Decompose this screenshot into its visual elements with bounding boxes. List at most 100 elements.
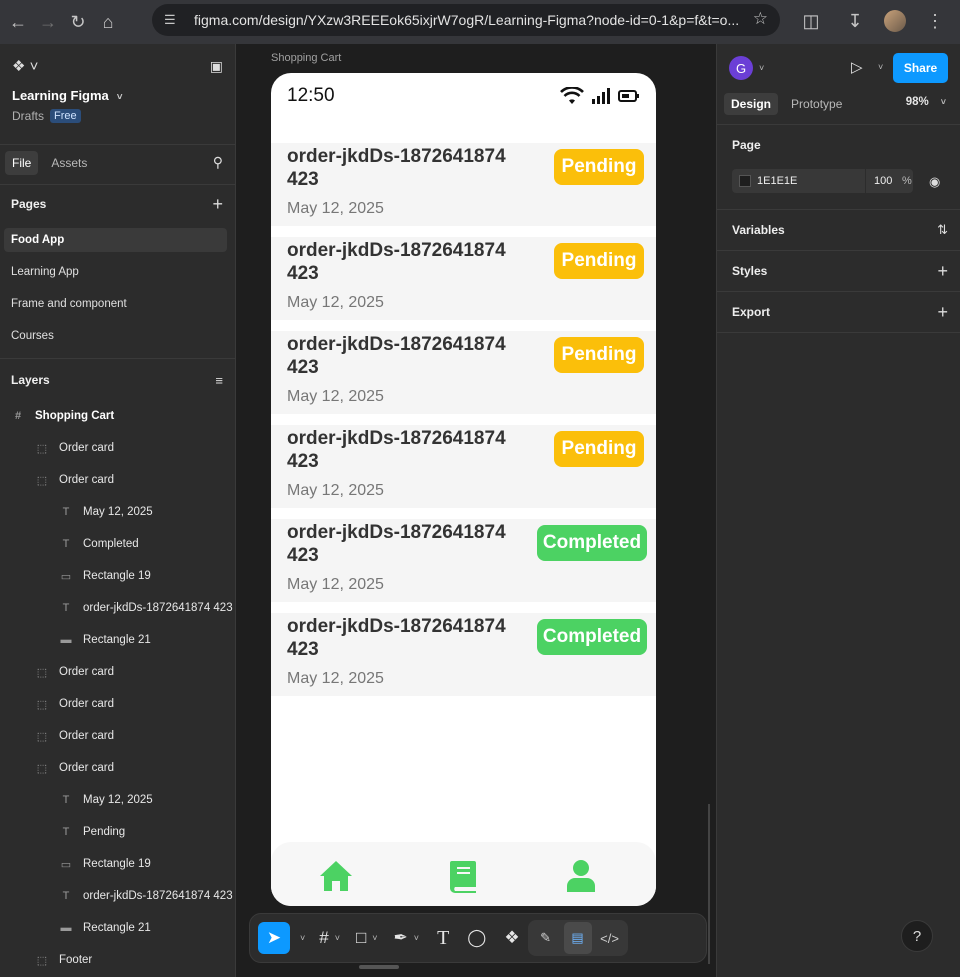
text-tool-icon[interactable]: T	[437, 922, 449, 954]
frame-tool-icon[interactable]: # ˅	[319, 922, 340, 954]
draw-mode-icon[interactable]: ✎	[532, 922, 560, 954]
canvas-scrollbar[interactable]	[708, 804, 710, 964]
layer-label: Rectangle 19	[83, 858, 151, 870]
chevron-down-icon[interactable]: ˅	[300, 933, 305, 943]
layer-row[interactable]: ⬚ Order card	[0, 464, 235, 496]
fill-opacity-value[interactable]: 100	[874, 175, 902, 187]
layers-title: Layers	[11, 373, 50, 387]
comment-tool-icon[interactable]: ◯	[467, 922, 486, 954]
order-id: order-jkdDs-1872641874 423	[287, 428, 506, 472]
layer-row[interactable]: T Completed	[0, 528, 235, 560]
add-export-icon[interactable]: +	[937, 302, 948, 323]
user-icon[interactable]	[563, 858, 599, 894]
collapse-layers-icon[interactable]: ≡	[215, 373, 223, 388]
layer-row[interactable]: T May 12, 2025	[0, 784, 235, 816]
page-item-courses[interactable]: Courses	[4, 324, 227, 348]
tab-assets[interactable]: Assets	[44, 151, 94, 175]
forward-icon[interactable]: →	[33, 7, 63, 37]
add-style-icon[interactable]: +	[937, 261, 948, 282]
frame-label[interactable]: Shopping Cart	[271, 52, 341, 64]
search-icon[interactable]: ⚲	[213, 154, 223, 171]
page-item-frame-and-component[interactable]: Frame and component	[4, 292, 227, 316]
visibility-eye-icon[interactable]: ◉	[929, 174, 940, 190]
actions-tool-icon[interactable]: ❖	[504, 922, 519, 954]
layer-row[interactable]: ⬚ Order card	[0, 656, 235, 688]
pen-tool-icon[interactable]: ✒ ˅	[394, 922, 420, 954]
fill-swatch[interactable]	[739, 175, 751, 187]
layer-label: Order card	[59, 762, 114, 774]
layer-row[interactable]: ⬚ Order card	[0, 432, 235, 464]
variables-title: Variables	[732, 223, 785, 237]
order-card[interactable]: order-jkdDs-1872641874 423 May 12, 2025 Pe…	[271, 331, 656, 414]
chevron-down-icon[interactable]: ˅	[759, 63, 764, 73]
layer-row[interactable]: Torder-jkdDs-1872641874 423	[0, 880, 235, 912]
design-mode-icon[interactable]: ▤	[563, 922, 592, 954]
profile-avatar[interactable]	[884, 10, 906, 32]
order-card[interactable]: order-jkdDs-1872641874 423 May 12, 2025 Pe…	[271, 237, 656, 320]
status-badge: Pending	[554, 431, 644, 467]
layer-row[interactable]: ▬ Rectangle 21	[0, 624, 235, 656]
figma-menu-icon[interactable]: ❖ ˅	[12, 57, 38, 75]
shape-tool-icon[interactable]: □ ˅	[356, 922, 378, 954]
page-item-learning-app[interactable]: Learning App	[4, 260, 227, 284]
extensions-icon[interactable]: ◫	[796, 6, 826, 36]
tab-prototype[interactable]: Prototype	[784, 93, 849, 115]
home-icon[interactable]: ⌂	[93, 7, 123, 37]
bookmark-star-icon[interactable]: ☆	[753, 9, 768, 29]
export-section[interactable]: Export +	[717, 292, 960, 332]
bottom-toolbar: ➤ ˅ # ˅ □ ˅ ✒ ˅ T ◯ ❖ ✎ ▤ </>	[249, 913, 707, 963]
layer-label: Footer	[59, 954, 93, 966]
panel-toggle-icon[interactable]: ▣	[210, 58, 223, 75]
share-button[interactable]: Share	[893, 53, 948, 83]
download-icon[interactable]: ↧	[840, 6, 870, 36]
file-name[interactable]: Learning Figma ˅	[0, 88, 235, 103]
layer-label: order-jkdDs-1872641874 423	[83, 602, 233, 614]
home-icon[interactable]	[318, 858, 354, 894]
layer-row[interactable]: T May 12, 2025	[0, 496, 235, 528]
layer-row[interactable]: ▭ Rectangle 19	[0, 848, 235, 880]
variables-section[interactable]: Variables ⇅	[717, 210, 960, 250]
layer-row[interactable]: Torder-jkdDs-1872641874 423	[0, 592, 235, 624]
drafts-label[interactable]: Drafts	[12, 109, 44, 123]
canvas-scrollbar-horizontal[interactable]	[359, 965, 399, 969]
address-bar[interactable]: ☰ figma.com/design/YXzw3REEEok65ixjrW7og…	[152, 4, 780, 36]
page-fill-field[interactable]: 1E1E1E 100 %	[732, 169, 913, 193]
order-card[interactable]: order-jkdDs-1872641874 423 May 12, 2025 Pe…	[271, 143, 656, 226]
add-page-icon[interactable]: +	[212, 194, 223, 215]
layer-row[interactable]: ⬚ Order card	[0, 720, 235, 752]
present-play-icon[interactable]: ▷	[851, 58, 863, 76]
menu-kebab-icon[interactable]: ⋮	[920, 6, 950, 36]
fill-hex-value[interactable]: 1E1E1E	[757, 175, 865, 187]
fill-opacity-unit: %	[902, 175, 912, 187]
layer-row[interactable]: ▭ Rectangle 19	[0, 560, 235, 592]
variables-settings-icon[interactable]: ⇅	[937, 222, 948, 238]
layer-row[interactable]: ⬚ Footer	[0, 944, 235, 976]
url-text[interactable]: figma.com/design/YXzw3REEEok65ixjrW7ogR/…	[194, 12, 744, 28]
reload-icon[interactable]: ↻	[63, 7, 93, 37]
dev-mode-icon[interactable]: </>	[596, 922, 624, 954]
layer-row[interactable]: T Pending	[0, 816, 235, 848]
move-tool-icon[interactable]: ➤	[258, 922, 290, 954]
chevron-down-icon[interactable]: ˅	[878, 62, 883, 72]
help-icon[interactable]: ?	[901, 920, 933, 952]
layer-row[interactable]: # Shopping Cart	[0, 400, 235, 432]
right-sidebar: G ˅ ▷ ˅ Share Design Prototype 98% ˅ Page…	[716, 44, 960, 977]
order-card[interactable]: order-jkdDs-1872641874 423 May 12, 2025 Pe…	[271, 425, 656, 508]
order-card[interactable]: order-jkdDs-1872641874 423 May 12, 2025 Co…	[271, 613, 656, 696]
shopping-cart-frame[interactable]: 12:50 order-jkdDs-1872641874 423 May 12, …	[271, 73, 656, 906]
site-info-icon[interactable]: ☰	[164, 11, 182, 29]
user-avatar[interactable]: G	[729, 56, 753, 80]
order-card[interactable]: order-jkdDs-1872641874 423 May 12, 2025 Co…	[271, 519, 656, 602]
zoom-level[interactable]: 98% ˅	[906, 96, 946, 108]
layer-row[interactable]: ▬ Rectangle 21	[0, 912, 235, 944]
layer-label: May 12, 2025	[83, 794, 153, 806]
canvas[interactable]: Shopping Cart 12:50 order-jkdDs-18726418…	[236, 44, 715, 977]
page-item-food-app[interactable]: Food App	[4, 228, 227, 252]
tab-file[interactable]: File	[5, 151, 39, 175]
layer-row[interactable]: ⬚ Order card	[0, 752, 235, 784]
back-icon[interactable]: ←	[3, 7, 33, 37]
styles-section[interactable]: Styles +	[717, 251, 960, 291]
layer-row[interactable]: ⬚ Order card	[0, 688, 235, 720]
book-icon[interactable]	[446, 858, 482, 894]
tab-design[interactable]: Design	[724, 93, 779, 115]
